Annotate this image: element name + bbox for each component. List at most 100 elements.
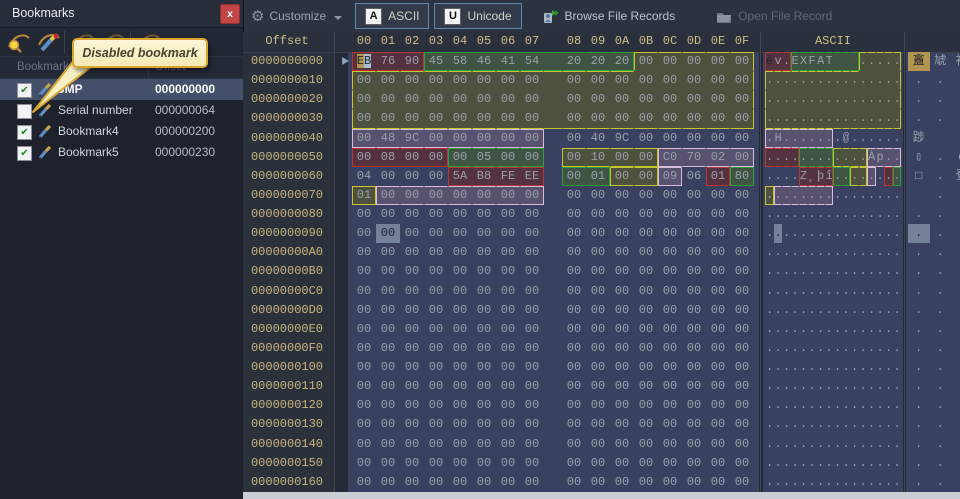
hex-byte[interactable]: 00 — [682, 415, 706, 434]
ascii-char[interactable]: . — [791, 186, 800, 205]
ascii-char[interactable]: . — [825, 148, 834, 167]
ascii-char[interactable]: . — [842, 320, 851, 339]
ascii-char[interactable]: . — [867, 186, 876, 205]
hex-byte[interactable]: 00 — [472, 435, 496, 454]
hex-byte[interactable]: 00 — [586, 358, 610, 377]
ascii-char[interactable]: . — [833, 243, 842, 262]
ascii-char[interactable]: . — [791, 473, 800, 492]
ascii-char[interactable]: . — [833, 224, 842, 243]
ascii-char[interactable]: . — [859, 339, 868, 358]
hex-byte[interactable]: 00 — [520, 358, 544, 377]
ascii-char[interactable]: . — [867, 129, 876, 148]
hex-byte[interactable]: 00 — [706, 396, 730, 415]
ascii-char-highlight[interactable]: . — [774, 224, 783, 243]
edit-bookmark-icon[interactable] — [36, 31, 60, 53]
ascii-char[interactable]: . — [816, 320, 825, 339]
hex-byte[interactable]: 00 — [658, 90, 682, 109]
unicode-char-cursor[interactable]: 盫 — [908, 52, 930, 71]
hex-byte[interactable]: 00 — [682, 358, 706, 377]
bookmark-row[interactable]: ✔Bookmark5000000230 — [0, 142, 243, 163]
ascii-char[interactable]: . — [893, 301, 902, 320]
hex-byte[interactable]: 00 — [472, 71, 496, 90]
hex-byte[interactable]: 00 — [610, 339, 634, 358]
hex-byte[interactable]: 00 — [706, 301, 730, 320]
hex-byte[interactable]: 00 — [586, 473, 610, 492]
ascii-char[interactable]: . — [799, 224, 808, 243]
hex-byte[interactable]: 00 — [352, 320, 376, 339]
hex-byte[interactable]: 00 — [400, 224, 424, 243]
hex-byte[interactable]: 00 — [520, 473, 544, 492]
hex-byte[interactable]: 00 — [682, 377, 706, 396]
ascii-char[interactable]: . — [782, 473, 791, 492]
hex-byte[interactable]: 04 — [352, 167, 376, 186]
ascii-char[interactable]: . — [782, 129, 791, 148]
hex-byte[interactable]: 00 — [706, 71, 730, 90]
unicode-char[interactable]: . — [930, 262, 952, 281]
ascii-char[interactable]: . — [867, 435, 876, 454]
hex-byte[interactable]: 00 — [586, 396, 610, 415]
ascii-char[interactable]: . — [850, 358, 859, 377]
unicode-char[interactable]: d — [951, 148, 960, 167]
ascii-char[interactable]: . — [893, 243, 902, 262]
ascii-char[interactable]: . — [799, 454, 808, 473]
ascii-char[interactable]: . — [884, 396, 893, 415]
hex-byte[interactable]: 00 — [352, 415, 376, 434]
ascii-char[interactable]: . — [893, 167, 902, 186]
hex-byte[interactable]: 00 — [610, 473, 634, 492]
ascii-char[interactable]: . — [876, 129, 885, 148]
unicode-char[interactable]: . — [930, 415, 952, 434]
hex-byte[interactable]: 00 — [472, 129, 496, 148]
unicode-char[interactable]: . — [930, 71, 952, 90]
ascii-char[interactable]: . — [816, 415, 825, 434]
ascii-char[interactable]: . — [782, 396, 791, 415]
ascii-char[interactable]: . — [791, 454, 800, 473]
ascii-char[interactable]: . — [791, 90, 800, 109]
unicode-char[interactable]: . — [930, 301, 952, 320]
hex-byte[interactable]: 00 — [376, 377, 400, 396]
browse-file-records-button[interactable]: Browse File Records — [534, 3, 684, 29]
hex-byte[interactable]: 00 — [352, 301, 376, 320]
ascii-char[interactable]: F — [808, 52, 817, 71]
hex-byte[interactable]: 00 — [682, 109, 706, 128]
hex-byte[interactable]: 00 — [424, 205, 448, 224]
hex-byte[interactable]: 00 — [658, 396, 682, 415]
ascii-char[interactable]: p — [876, 148, 885, 167]
ascii-char[interactable]: . — [816, 148, 825, 167]
hex-byte[interactable]: 00 — [448, 415, 472, 434]
ascii-char[interactable]: . — [859, 109, 868, 128]
ascii-char[interactable]: . — [782, 71, 791, 90]
unicode-char[interactable]: . — [930, 109, 952, 128]
hex-byte[interactable]: 00 — [658, 473, 682, 492]
ascii-char[interactable]: . — [791, 377, 800, 396]
ascii-char[interactable]: . — [859, 129, 868, 148]
ascii-char[interactable]: . — [774, 90, 783, 109]
hex-byte[interactable]: 00 — [682, 90, 706, 109]
ascii-char[interactable]: . — [799, 282, 808, 301]
unicode-char[interactable]: . — [930, 473, 952, 492]
ascii-char[interactable]: . — [833, 148, 842, 167]
ascii-char[interactable]: . — [825, 71, 834, 90]
hex-byte[interactable]: 70 — [682, 148, 706, 167]
hex-byte[interactable]: 00 — [496, 454, 520, 473]
hex-byte[interactable]: 00 — [706, 282, 730, 301]
ascii-char[interactable]: . — [876, 90, 885, 109]
ascii-char[interactable]: . — [893, 320, 902, 339]
customize-button[interactable]: ⚙ Customize — [243, 3, 350, 29]
ascii-char[interactable]: . — [825, 262, 834, 281]
ascii-char[interactable]: . — [791, 129, 800, 148]
ascii-char[interactable]: . — [884, 129, 893, 148]
hex-byte[interactable]: 00 — [352, 224, 376, 243]
hex-byte[interactable]: 00 — [706, 454, 730, 473]
ascii-char[interactable]: . — [850, 339, 859, 358]
unicode-char-highlight[interactable]: . — [908, 224, 930, 243]
ascii-char[interactable]: . — [867, 358, 876, 377]
ascii-char[interactable]: . — [782, 435, 791, 454]
ascii-char[interactable]: . — [850, 205, 859, 224]
hex-byte[interactable]: 00 — [352, 358, 376, 377]
hex-byte[interactable]: 00 — [352, 435, 376, 454]
hex-byte[interactable]: 00 — [520, 435, 544, 454]
ascii-char[interactable]: . — [774, 435, 783, 454]
ascii-char[interactable]: . — [859, 396, 868, 415]
unicode-char[interactable]: . — [908, 109, 930, 128]
hex-byte[interactable]: 00 — [376, 473, 400, 492]
